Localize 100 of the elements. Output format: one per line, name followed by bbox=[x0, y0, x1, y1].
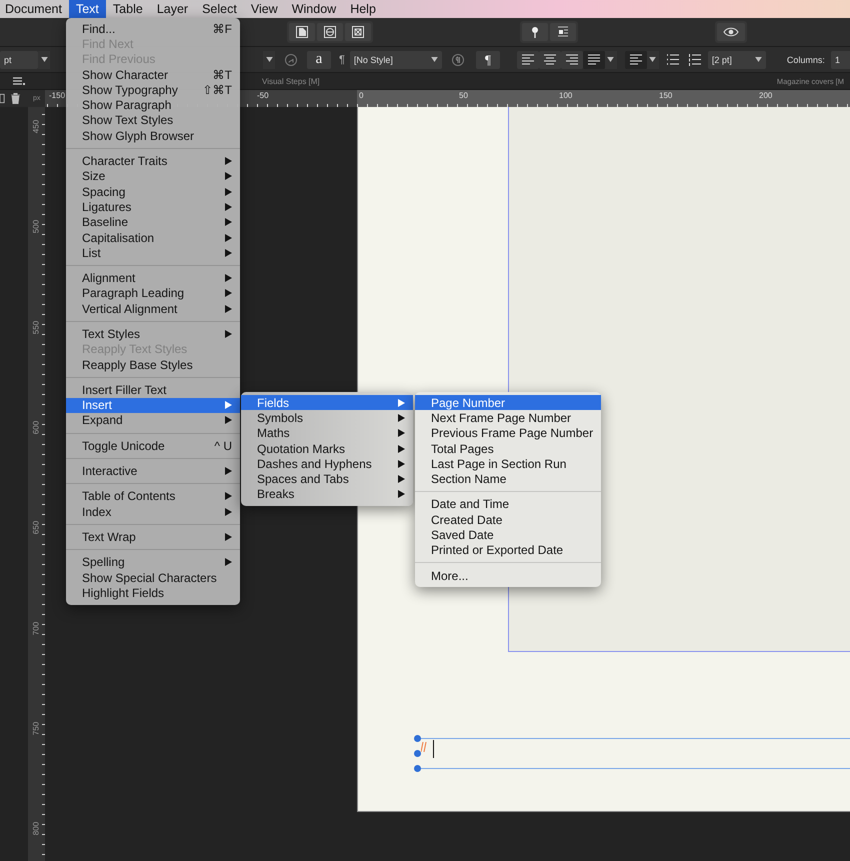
toolbar-button[interactable] bbox=[560, 50, 583, 68]
selection-handle[interactable] bbox=[414, 750, 421, 757]
toolbar-button[interactable] bbox=[345, 23, 371, 41]
slash-mark-icon bbox=[421, 742, 427, 752]
menu-item[interactable]: Maths bbox=[241, 426, 413, 441]
menu-item[interactable]: Last Page in Section Run bbox=[415, 456, 601, 472]
menu-item[interactable]: Created Date bbox=[415, 512, 601, 528]
ruler-label: 200 bbox=[759, 91, 772, 100]
menu-item[interactable]: Total Pages bbox=[415, 440, 601, 456]
menu-item[interactable]: Text Wrap bbox=[66, 529, 240, 545]
columns-field[interactable]: 1 bbox=[830, 50, 850, 68]
menu-item[interactable]: Spelling bbox=[66, 554, 240, 570]
menu-item[interactable]: Section Name bbox=[415, 471, 601, 487]
menu-item[interactable]: Spacing bbox=[66, 184, 240, 200]
menu-item[interactable]: Find... ⌘F bbox=[66, 21, 240, 36]
crossed-square-icon bbox=[351, 25, 365, 39]
ruler-label: 650 bbox=[32, 520, 40, 536]
text-cursor bbox=[433, 740, 434, 758]
menu-item[interactable]: Insert Filler Text bbox=[66, 382, 240, 398]
menu-item[interactable]: Size bbox=[66, 168, 240, 184]
circled-letter-icon bbox=[284, 52, 298, 66]
lines-icon bbox=[556, 25, 570, 39]
menu-item[interactable]: Show Paragraph bbox=[66, 97, 240, 113]
menu-item[interactable]: Vertical Alignment bbox=[66, 301, 240, 316]
menu-item[interactable]: Symbols bbox=[241, 410, 413, 426]
paragraph-style-field[interactable]: [No Style] bbox=[350, 50, 442, 68]
menu-item[interactable]: Index bbox=[66, 504, 240, 520]
menu-item[interactable]: Show Typography ⇧⌘T bbox=[66, 82, 240, 98]
menu-item[interactable]: Character Traits bbox=[66, 153, 240, 169]
menu-bar-item[interactable]: View bbox=[244, 0, 285, 18]
menu-item[interactable]: Saved Date bbox=[415, 527, 601, 543]
numbered-list-icon bbox=[688, 54, 702, 66]
ruler-label: -50 bbox=[257, 91, 269, 100]
menu-item[interactable]: Show Text Styles bbox=[66, 112, 240, 128]
menu-item[interactable]: Baseline bbox=[66, 214, 240, 230]
toolbar-button[interactable] bbox=[624, 50, 647, 68]
toolbar-button[interactable] bbox=[522, 23, 548, 41]
circle-icon bbox=[323, 25, 337, 39]
ruler-label: -150 bbox=[49, 91, 66, 100]
menu-item[interactable]: Fields bbox=[241, 395, 413, 410]
menu-item[interactable]: Quotation Marks bbox=[241, 440, 413, 456]
menu-item[interactable]: Spaces and Tabs bbox=[241, 471, 413, 487]
menu-item[interactable]: Text Styles bbox=[66, 326, 240, 342]
toolbar-button[interactable] bbox=[582, 50, 605, 68]
menu-item[interactable]: Printed or Exported Date bbox=[415, 542, 601, 558]
menu-item[interactable]: Interactive bbox=[66, 463, 240, 479]
menu-bar-item[interactable]: Document bbox=[0, 0, 69, 18]
caret-icon bbox=[40, 57, 48, 62]
toolbar-button[interactable] bbox=[317, 23, 343, 41]
ruler-label: 500 bbox=[32, 219, 40, 236]
menu-item[interactable]: Date and Time bbox=[415, 496, 601, 512]
selection-handle[interactable] bbox=[414, 765, 421, 772]
menu-item[interactable]: Table of Contents bbox=[66, 488, 240, 504]
caret-icon bbox=[649, 57, 656, 62]
toolbar-button[interactable] bbox=[550, 23, 576, 41]
trash-icon bbox=[11, 93, 20, 104]
menu-item[interactable]: Next Frame Page Number bbox=[415, 410, 601, 426]
menu-bar-item[interactable]: Help bbox=[343, 0, 383, 18]
character-button[interactable]: a bbox=[307, 50, 331, 68]
menu-item[interactable]: Dashes and Hyphens bbox=[241, 456, 413, 472]
ruler-label: 800 bbox=[32, 820, 40, 838]
menu-item[interactable]: More... bbox=[415, 568, 601, 584]
pilcrow-button[interactable]: ¶ bbox=[476, 50, 500, 68]
menu-item[interactable]: Highlight Fields bbox=[66, 585, 240, 600]
menu-item[interactable]: Reapply Base Styles bbox=[66, 356, 240, 372]
spacing-field[interactable]: [2 pt] bbox=[708, 50, 766, 68]
eye-icon bbox=[723, 26, 739, 38]
menu-item[interactable]: Insert bbox=[66, 398, 240, 413]
submenu-arrow-icon bbox=[225, 330, 232, 338]
toolbar-button[interactable] bbox=[516, 50, 539, 68]
dropdown-button[interactable] bbox=[38, 50, 50, 68]
menu-item[interactable]: Breaks bbox=[241, 486, 413, 502]
dropdown-button[interactable] bbox=[263, 50, 275, 68]
menu-item[interactable]: Expand bbox=[66, 412, 240, 428]
dropdown-button[interactable] bbox=[604, 50, 617, 68]
menu-bar-item[interactable]: Select bbox=[195, 0, 244, 18]
columns-label: Columns: bbox=[786, 54, 825, 64]
menu-bar-item[interactable]: Table bbox=[106, 0, 150, 18]
menu-item[interactable]: Show Glyph Browser bbox=[66, 128, 240, 144]
menu-item[interactable]: Ligatures bbox=[66, 199, 240, 215]
menu-item[interactable]: Show Special Characters bbox=[66, 570, 240, 586]
menu-item[interactable]: Capitalisation bbox=[66, 230, 240, 246]
document-tab[interactable]: Visual Steps [M] bbox=[262, 76, 320, 86]
bulleted-list-icon bbox=[666, 54, 680, 66]
caret-icon bbox=[754, 57, 762, 62]
menu-item[interactable]: Toggle Unicode ^ U bbox=[66, 438, 240, 454]
selection-handle[interactable] bbox=[414, 735, 421, 742]
ruler-label: 600 bbox=[32, 420, 40, 436]
dropdown-button[interactable] bbox=[646, 50, 659, 68]
menu-item[interactable]: Show Character ⌘T bbox=[66, 66, 240, 82]
menu-item[interactable]: List bbox=[66, 245, 240, 260]
toolbar-button[interactable] bbox=[289, 23, 315, 41]
size-field[interactable]: pt bbox=[0, 50, 38, 68]
menu-item[interactable]: Previous Frame Page Number bbox=[415, 426, 601, 441]
menu-item[interactable]: Alignment bbox=[66, 270, 240, 286]
menu-item[interactable]: Paragraph Leading bbox=[66, 286, 240, 302]
menu-bar-item[interactable]: Window bbox=[284, 0, 344, 18]
menu-bar-item[interactable]: Text bbox=[68, 0, 106, 18]
menu-item[interactable]: Page Number bbox=[415, 395, 601, 410]
menu-bar-item[interactable]: Layer bbox=[150, 0, 196, 18]
